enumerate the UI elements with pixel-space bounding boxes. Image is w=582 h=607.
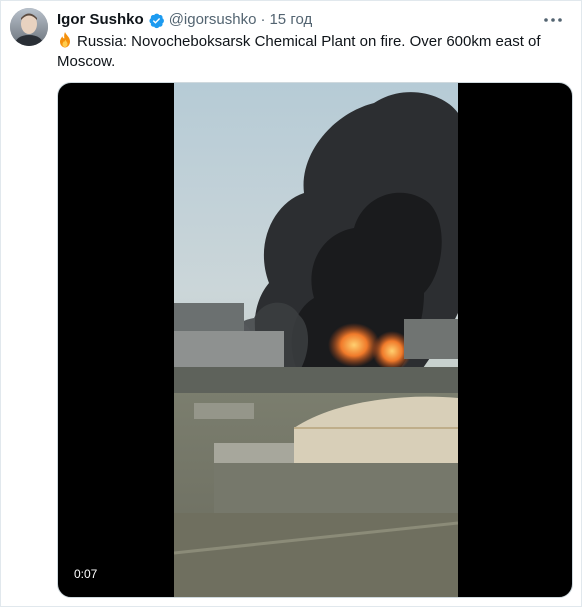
video-player[interactable]: 0:07	[57, 82, 573, 598]
video-duration: 0:07	[68, 565, 104, 583]
fire-emoji-icon	[57, 31, 73, 48]
avatar-image	[10, 8, 48, 46]
tweet-header: Igor Sushko @igorsushko · 15 год	[57, 10, 312, 30]
separator-dot: ·	[260, 11, 266, 28]
author-name[interactable]: Igor Sushko	[57, 10, 144, 30]
video-frame	[174, 83, 458, 597]
avatar[interactable]	[10, 8, 48, 46]
more-options-icon[interactable]	[541, 13, 565, 27]
author-handle[interactable]: @igorsushko	[169, 10, 257, 30]
timestamp[interactable]: 15 год	[269, 10, 312, 30]
verified-badge-icon	[148, 12, 165, 29]
tweet-card[interactable]: Igor Sushko @igorsushko · 15 год Russia:…	[0, 0, 582, 607]
tweet-text: Russia: Novocheboksarsk Chemical Plant o…	[57, 31, 557, 72]
tweet-body: Russia: Novocheboksarsk Chemical Plant o…	[57, 33, 541, 70]
